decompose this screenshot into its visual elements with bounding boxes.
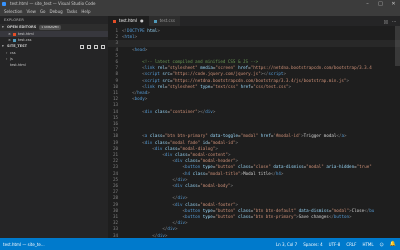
menu-bar: Selection View Go Debug Tasks Help	[0, 8, 400, 16]
status-language[interactable]: HTML	[359, 242, 376, 247]
tab-test-css[interactable]: test.css	[148, 16, 180, 26]
vscode-logo-icon	[2, 2, 6, 6]
scrollbar-thumb[interactable]	[395, 26, 400, 66]
editor-tabs: test.html ● test.css ▯▯ ···	[108, 16, 400, 26]
tab-test-html[interactable]: test.html ●	[108, 16, 149, 26]
window-title: test.html — site_test — Visual Studio Co…	[10, 1, 96, 6]
status-right: Ln 3, Col 7 Spaces: 4 UTF-8 CRLF HTML ☺ …	[273, 241, 400, 247]
folder-label: SITE_TEST	[7, 44, 28, 48]
menu-help[interactable]: Help	[79, 8, 92, 16]
tab-label: test.html	[119, 18, 138, 23]
menu-tasks[interactable]: Tasks	[65, 8, 80, 16]
bell-icon[interactable]: 🔔	[387, 241, 400, 247]
code-editor[interactable]: 1 <!DOCTYPE html> 2 <html> 3 4 <head> 5 6 <!-- …	[108, 26, 400, 238]
html-file-icon	[13, 32, 16, 36]
open-editors-label: OPEN EDITORS	[7, 25, 37, 29]
unsaved-badge: 1 UNSAVED	[39, 25, 61, 30]
editor-actions: ▯▯ ···	[384, 16, 400, 26]
open-editors-section[interactable]: ▾ OPEN EDITORS 1 UNSAVED	[0, 24, 108, 31]
menu-go[interactable]: Go	[38, 8, 48, 16]
minimize-icon[interactable]: –	[361, 0, 374, 8]
title-bar: test.html — site_test — Visual Studio Co…	[0, 0, 400, 8]
status-indentation[interactable]: Spaces: 4	[300, 242, 325, 247]
new-folder-icon[interactable]	[87, 44, 91, 49]
unsaved-dot-icon[interactable]: ●	[140, 16, 144, 26]
close-window-icon[interactable]: ✕	[387, 0, 400, 8]
menu-debug[interactable]: Debug	[47, 8, 64, 16]
window-controls: – □ ✕	[361, 0, 400, 8]
folder-section[interactable]: ▾ SITE_TEST	[0, 43, 108, 50]
refresh-icon[interactable]	[94, 44, 98, 49]
status-cursor-position[interactable]: Ln 3, Col 7	[273, 242, 300, 247]
tree-item-label: test.html	[10, 63, 26, 67]
css-file-icon	[13, 38, 16, 42]
tree-item-test-html[interactable]: test.html	[0, 62, 108, 68]
html-file-icon	[113, 19, 116, 23]
split-editor-icon[interactable]: ▯▯	[384, 19, 388, 24]
new-file-icon[interactable]	[80, 44, 84, 49]
css-file-icon	[153, 19, 157, 23]
status-encoding[interactable]: UTF-8	[326, 242, 344, 247]
editor-scrollbar[interactable]	[395, 26, 400, 238]
folder-actions	[80, 44, 108, 49]
status-eol[interactable]: CRLF	[343, 242, 359, 247]
tab-label: test.css	[159, 18, 175, 23]
smiley-icon[interactable]: ☺	[377, 242, 387, 247]
more-actions-icon[interactable]: ···	[392, 19, 396, 24]
menu-selection[interactable]: Selection	[2, 8, 24, 16]
menu-view[interactable]: View	[24, 8, 38, 16]
explorer-header: EXPLORER	[4, 18, 24, 22]
status-file[interactable]: test.html — site_te...	[0, 242, 48, 247]
explorer-sidebar: EXPLORER ▾ OPEN EDITORS 1 UNSAVED × test…	[0, 16, 108, 238]
maximize-icon[interactable]: □	[374, 0, 387, 8]
collapse-all-icon[interactable]	[101, 44, 105, 49]
status-bar: test.html — site_te... Ln 3, Col 7 Space…	[0, 238, 400, 250]
